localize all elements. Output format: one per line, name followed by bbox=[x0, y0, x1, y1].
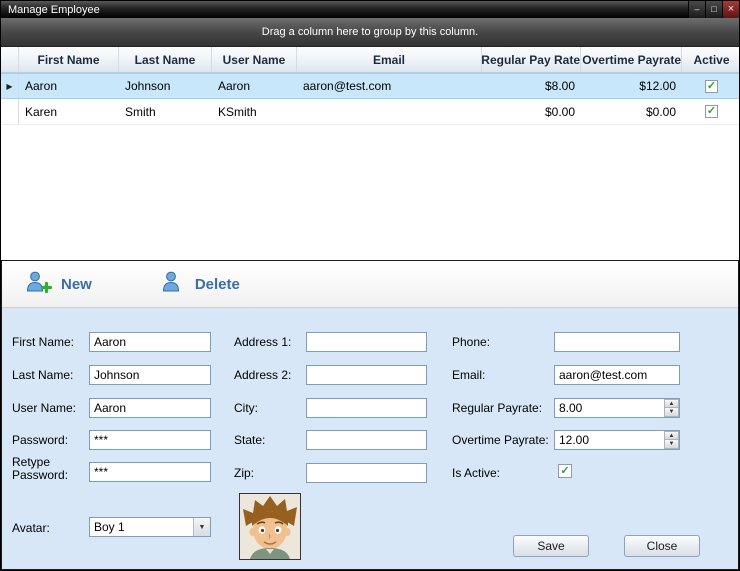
is-active-label: Is Active: bbox=[452, 466, 500, 480]
row-selector-cell bbox=[1, 99, 19, 124]
first-name-input[interactable] bbox=[89, 332, 211, 352]
cell-active[interactable]: ✓ bbox=[682, 99, 740, 124]
column-header-regular-pay-rate[interactable]: Regular Pay Rate bbox=[482, 47, 581, 72]
spinner-up-icon[interactable]: ▲ bbox=[664, 399, 679, 408]
minimize-button[interactable]: – bbox=[688, 1, 705, 18]
regular-payrate-label: Regular Payrate: bbox=[452, 401, 542, 415]
is-active-checkbox[interactable]: ✓ bbox=[558, 464, 572, 478]
delete-button[interactable]: Delete bbox=[152, 266, 248, 302]
avatar-dropdown-value: Boy 1 bbox=[94, 520, 125, 534]
row-selector-cell: ▶ bbox=[1, 74, 19, 98]
person-add-icon bbox=[26, 270, 52, 298]
user-name-input[interactable] bbox=[89, 398, 211, 418]
grid-empty-area bbox=[1, 125, 739, 260]
city-label: City: bbox=[234, 401, 258, 415]
email-label: Email: bbox=[452, 368, 485, 382]
phone-label: Phone: bbox=[452, 335, 490, 349]
regular-payrate-spin-buttons: ▲ ▼ bbox=[664, 399, 679, 417]
cell-email[interactable]: aaron@test.com bbox=[297, 74, 482, 98]
cell-email[interactable] bbox=[297, 99, 482, 124]
save-button[interactable]: Save bbox=[513, 535, 589, 557]
password-label: Password: bbox=[12, 433, 68, 447]
cell-user-name[interactable]: KSmith bbox=[212, 99, 297, 124]
detail-toolbar: New Delete bbox=[2, 261, 738, 308]
cell-user-name[interactable]: Aaron bbox=[212, 74, 297, 98]
overtime-payrate-stepper: ▲ ▼ bbox=[554, 430, 680, 450]
window-title: Manage Employee bbox=[8, 4, 100, 16]
cell-last-name[interactable]: Smith bbox=[119, 99, 212, 124]
chevron-down-icon[interactable]: ▼ bbox=[193, 518, 210, 536]
address2-label: Address 2: bbox=[234, 368, 291, 382]
last-name-input[interactable] bbox=[89, 365, 211, 385]
grid-row-aaron[interactable]: ▶ Aaron Johnson Aaron aaron@test.com $8.… bbox=[1, 73, 739, 99]
spinner-down-icon[interactable]: ▼ bbox=[664, 408, 679, 417]
close-window-button[interactable]: × bbox=[722, 1, 739, 18]
address1-label: Address 1: bbox=[234, 335, 291, 349]
regular-payrate-input[interactable] bbox=[554, 398, 680, 418]
delete-button-label: Delete bbox=[195, 276, 240, 293]
person-delete-icon bbox=[160, 270, 186, 298]
overtime-payrate-spin-buttons: ▲ ▼ bbox=[664, 431, 679, 449]
cell-regular-pay-rate[interactable]: $8.00 bbox=[482, 74, 581, 98]
avatar-dropdown[interactable]: Boy 1 ▼ bbox=[89, 517, 211, 537]
new-button-label: New bbox=[61, 276, 92, 293]
titlebar: Manage Employee – □ × bbox=[1, 1, 739, 18]
column-header-last-name[interactable]: Last Name bbox=[119, 47, 212, 72]
retype-password-input[interactable] bbox=[89, 462, 211, 482]
address1-input[interactable] bbox=[306, 332, 427, 352]
column-header-active[interactable]: Active bbox=[682, 47, 740, 72]
manage-employee-window: Manage Employee – □ × Drag a column here… bbox=[0, 0, 740, 571]
cell-regular-pay-rate[interactable]: $0.00 bbox=[482, 99, 581, 124]
maximize-button[interactable]: □ bbox=[705, 1, 722, 18]
address2-input[interactable] bbox=[306, 365, 427, 385]
email-input[interactable] bbox=[554, 365, 680, 385]
cell-overtime-payrate[interactable]: $12.00 bbox=[581, 74, 682, 98]
first-name-label: First Name: bbox=[12, 335, 74, 349]
cell-active[interactable]: ✓ bbox=[682, 74, 740, 98]
avatar-image bbox=[239, 493, 301, 560]
cell-first-name[interactable]: Karen bbox=[19, 99, 119, 124]
column-header-user-name[interactable]: User Name bbox=[212, 47, 297, 72]
zip-input[interactable] bbox=[306, 463, 427, 483]
group-by-bar[interactable]: Drag a column here to group by this colu… bbox=[1, 18, 739, 47]
password-input[interactable] bbox=[89, 430, 211, 450]
new-button[interactable]: New bbox=[18, 266, 100, 302]
grid-header-row: First Name Last Name User Name Email Reg… bbox=[1, 47, 739, 73]
phone-input[interactable] bbox=[554, 332, 680, 352]
column-header-email[interactable]: Email bbox=[297, 47, 482, 72]
cell-overtime-payrate[interactable]: $0.00 bbox=[581, 99, 682, 124]
last-name-label: Last Name: bbox=[12, 368, 73, 382]
zip-label: Zip: bbox=[234, 466, 254, 480]
regular-payrate-stepper: ▲ ▼ bbox=[554, 398, 680, 418]
column-header-overtime-payrate[interactable]: Overtime Payrate bbox=[581, 47, 682, 72]
city-input[interactable] bbox=[306, 398, 427, 418]
cell-first-name[interactable]: Aaron bbox=[19, 74, 119, 98]
active-checkbox[interactable]: ✓ bbox=[705, 80, 718, 93]
state-input[interactable] bbox=[306, 430, 427, 450]
employee-form: First Name: Last Name: User Name: Passwo… bbox=[2, 308, 738, 569]
current-row-arrow-icon: ▶ bbox=[6, 82, 12, 91]
spinner-down-icon[interactable]: ▼ bbox=[664, 440, 679, 449]
cell-last-name[interactable]: Johnson bbox=[119, 74, 212, 98]
overtime-payrate-input[interactable] bbox=[554, 430, 680, 450]
column-header-first-name[interactable]: First Name bbox=[19, 47, 119, 72]
window-controls: – □ × bbox=[688, 1, 739, 18]
close-button[interactable]: Close bbox=[624, 535, 700, 557]
row-indicator-header bbox=[1, 47, 19, 72]
retype-password-label: Retype Password: bbox=[12, 456, 68, 482]
active-checkbox[interactable]: ✓ bbox=[705, 105, 718, 118]
state-label: State: bbox=[234, 433, 265, 447]
grid-row-karen[interactable]: Karen Smith KSmith $0.00 $0.00 ✓ bbox=[1, 99, 739, 125]
user-name-label: User Name: bbox=[12, 401, 76, 415]
overtime-payrate-label: Overtime Payrate: bbox=[452, 433, 549, 447]
employee-detail-panel: New Delete First Name: Last Name: User N… bbox=[1, 260, 739, 570]
group-by-hint: Drag a column here to group by this colu… bbox=[262, 26, 478, 38]
spinner-up-icon[interactable]: ▲ bbox=[664, 431, 679, 440]
avatar-label: Avatar: bbox=[12, 521, 50, 535]
